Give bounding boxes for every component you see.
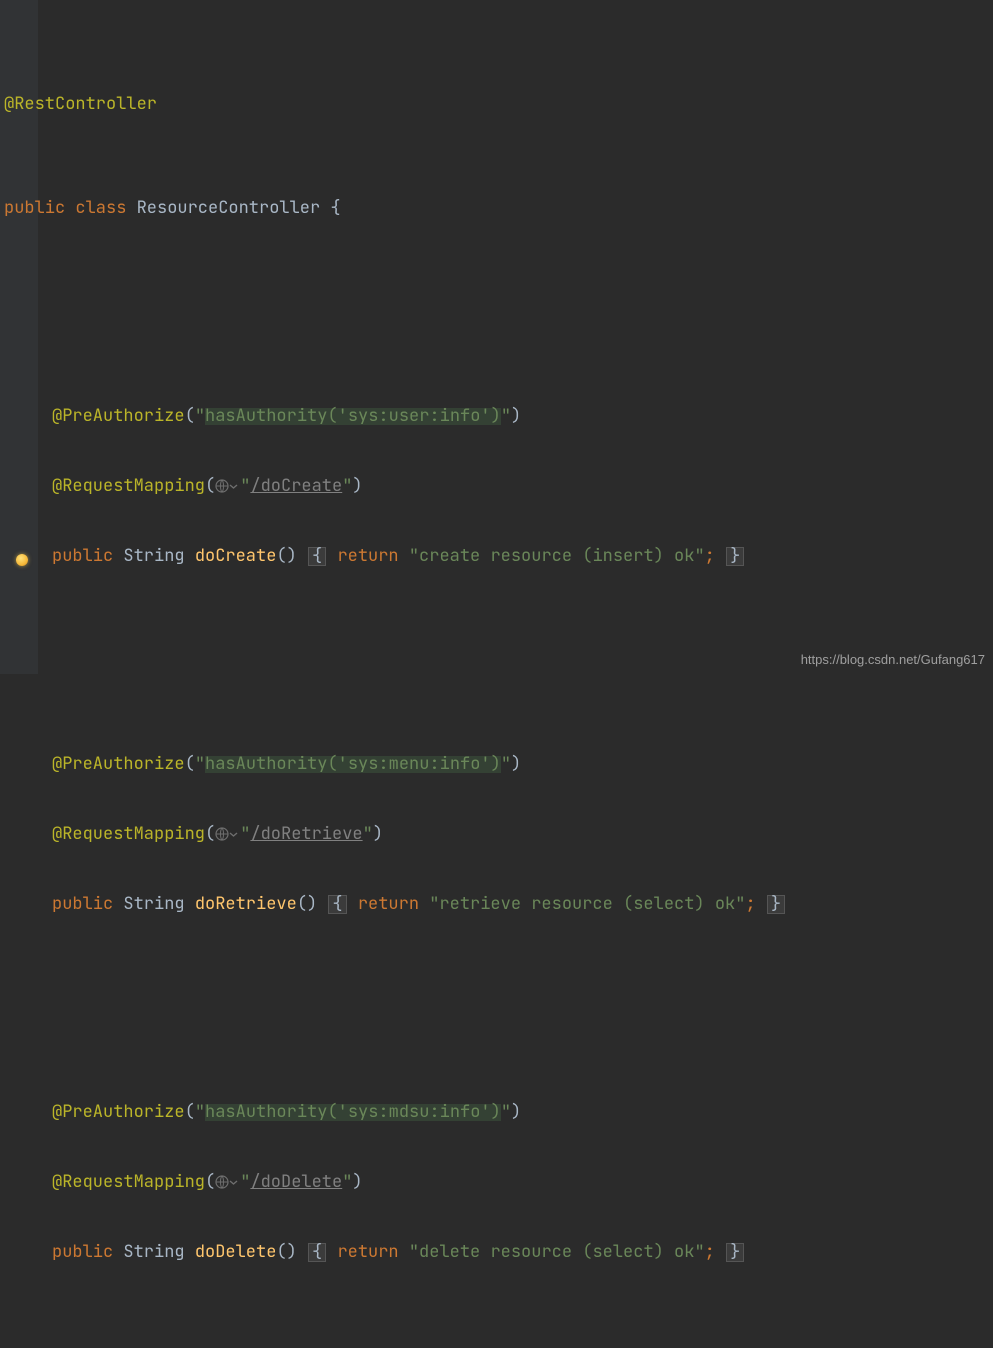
semicolon: ; xyxy=(745,896,755,913)
annotation-requestmapping: @RequestMapping xyxy=(52,1174,205,1191)
code-line: public class ResourceController { xyxy=(0,190,786,226)
auth-expression: hasAuthority('sys:mdsu:info') xyxy=(205,1104,501,1121)
watermark-text: https://blog.csdn.net/Gufang617 xyxy=(801,653,985,666)
mapping-url[interactable]: /doDelete xyxy=(250,1174,342,1191)
keyword-public: public xyxy=(52,896,113,913)
keyword-public: public xyxy=(52,1244,113,1261)
string-quote: " xyxy=(342,478,352,495)
keyword-return: return xyxy=(337,548,398,565)
paren: ) xyxy=(287,548,297,565)
string-quote: " xyxy=(501,1104,511,1121)
string-quote: " xyxy=(195,408,205,425)
open-brace: { xyxy=(328,895,346,914)
type-string: String xyxy=(123,548,184,565)
paren: ) xyxy=(352,1174,362,1191)
paren: ( xyxy=(205,1174,215,1191)
code-line: public String doRetrieve() { return "ret… xyxy=(0,886,786,922)
auth-expression: hasAuthority('sys:user:info') xyxy=(205,408,501,425)
close-brace: } xyxy=(767,895,785,914)
paren: ) xyxy=(511,756,521,773)
code-line: @RequestMapping( "/doDelete") xyxy=(0,1164,786,1200)
string-quote: " xyxy=(240,826,250,843)
chevron-down-icon xyxy=(229,830,238,839)
code-line: public String doCreate() { return "creat… xyxy=(0,538,786,574)
string-quote: " xyxy=(342,1174,352,1191)
class-name: ResourceController xyxy=(137,200,321,217)
annotation-requestmapping: @RequestMapping xyxy=(52,478,205,495)
code-line: @PreAuthorize("hasAuthority('sys:mdsu:in… xyxy=(0,1094,786,1130)
code-line-blank xyxy=(0,294,786,330)
code-line: @PreAuthorize("hasAuthority('sys:menu:in… xyxy=(0,746,786,782)
paren: ) xyxy=(307,896,317,913)
code-line-blank xyxy=(0,642,786,678)
paren: ) xyxy=(352,478,362,495)
paren: ) xyxy=(511,408,521,425)
open-brace: { xyxy=(308,1243,326,1262)
mapping-url[interactable]: /doCreate xyxy=(250,478,342,495)
semicolon: ; xyxy=(705,548,715,565)
chevron-down-icon xyxy=(229,1178,238,1187)
mapping-url[interactable]: /doRetrieve xyxy=(250,826,362,843)
method-name: doRetrieve xyxy=(195,896,297,913)
code-line: @RestController xyxy=(0,86,786,122)
paren: ( xyxy=(205,826,215,843)
keyword-return: return xyxy=(358,896,419,913)
paren: ( xyxy=(185,1104,195,1121)
string-quote: " xyxy=(195,756,205,773)
open-brace: { xyxy=(330,200,340,217)
code-line-blank xyxy=(0,990,786,1026)
keyword-return: return xyxy=(337,1244,398,1261)
string-quote: " xyxy=(195,1104,205,1121)
annotation-preauthorize: @PreAuthorize xyxy=(52,1104,185,1121)
paren: ( xyxy=(205,478,215,495)
semicolon: ; xyxy=(705,1244,715,1261)
web-mapping-icon[interactable] xyxy=(215,479,238,493)
code-line: @RequestMapping( "/doRetrieve") xyxy=(0,816,786,852)
code-line-blank xyxy=(0,1338,786,1348)
web-mapping-icon[interactable] xyxy=(215,827,238,841)
auth-expression: hasAuthority('sys:menu:info') xyxy=(205,756,501,773)
web-mapping-icon[interactable] xyxy=(215,1175,238,1189)
code-editor-area[interactable]: @RestController public class ResourceCon… xyxy=(0,18,786,1348)
code-line: @RequestMapping( "/doCreate") xyxy=(0,468,786,504)
string-quote: " xyxy=(363,826,373,843)
annotation-preauthorize: @PreAuthorize xyxy=(52,756,185,773)
annotation-requestmapping: @RequestMapping xyxy=(52,826,205,843)
keyword-public: public xyxy=(4,200,65,217)
string-quote: " xyxy=(240,1174,250,1191)
type-string: String xyxy=(123,896,184,913)
return-string: "retrieve resource (select) ok" xyxy=(429,896,745,913)
paren: ) xyxy=(287,1244,297,1261)
paren: ( xyxy=(185,756,195,773)
close-brace: } xyxy=(726,547,744,566)
open-brace: { xyxy=(308,547,326,566)
keyword-public: public xyxy=(52,548,113,565)
annotation-preauthorize: @PreAuthorize xyxy=(52,408,185,425)
chevron-down-icon xyxy=(229,482,238,491)
method-name: doDelete xyxy=(195,1244,277,1261)
paren: ( xyxy=(276,548,286,565)
return-string: "delete resource (select) ok" xyxy=(409,1244,705,1261)
paren: ) xyxy=(373,826,383,843)
code-line: public String doDelete() { return "delet… xyxy=(0,1234,786,1270)
close-brace: } xyxy=(726,1243,744,1262)
return-string: "create resource (insert) ok" xyxy=(409,548,705,565)
paren: ( xyxy=(297,896,307,913)
code-line: @PreAuthorize("hasAuthority('sys:user:in… xyxy=(0,398,786,434)
paren: ) xyxy=(511,1104,521,1121)
paren: ( xyxy=(276,1244,286,1261)
string-quote: " xyxy=(240,478,250,495)
keyword-class: class xyxy=(75,200,126,217)
annotation: @RestController xyxy=(4,96,157,113)
type-string: String xyxy=(123,1244,184,1261)
method-name: doCreate xyxy=(195,548,277,565)
string-quote: " xyxy=(501,756,511,773)
paren: ( xyxy=(185,408,195,425)
string-quote: " xyxy=(501,408,511,425)
